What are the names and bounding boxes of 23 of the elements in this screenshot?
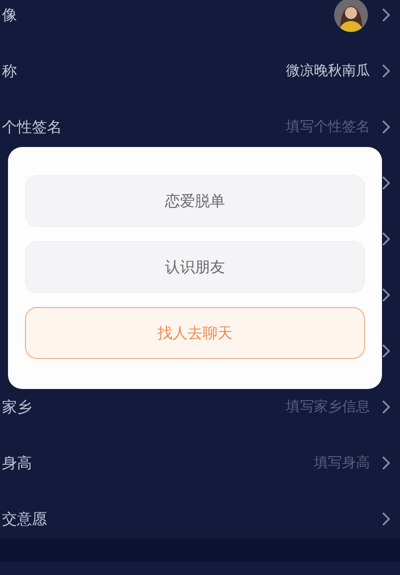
row-label: 个性签名 — [2, 118, 62, 136]
row-label: 交意愿 — [2, 510, 47, 528]
row-label: 像 — [2, 6, 17, 24]
hint-text: 填写个性签名 — [286, 118, 370, 136]
chevron-right-icon — [382, 176, 390, 190]
row-value: 微凉晚秋南瓜 — [286, 62, 370, 80]
hint-text: 填写家乡信息 — [286, 398, 370, 416]
row-label: 称 — [2, 62, 17, 80]
row-label: 身高 — [2, 454, 32, 472]
chevron-right-icon — [382, 288, 390, 302]
chevron-right-icon — [382, 120, 390, 134]
chevron-right-icon — [382, 8, 390, 22]
row-label: 家乡 — [2, 398, 32, 416]
avatar — [334, 0, 368, 32]
chevron-right-icon — [382, 456, 390, 470]
option-button[interactable]: 认识朋友 — [25, 241, 365, 293]
chevron-right-icon — [382, 344, 390, 358]
chevron-right-icon — [382, 400, 390, 414]
chevron-right-icon — [382, 232, 390, 246]
option-button[interactable]: 恋爱脱单 — [25, 175, 365, 227]
chevron-right-icon — [382, 64, 390, 78]
chevron-right-icon — [382, 512, 390, 526]
hint-text: 填写身高 — [314, 454, 370, 472]
